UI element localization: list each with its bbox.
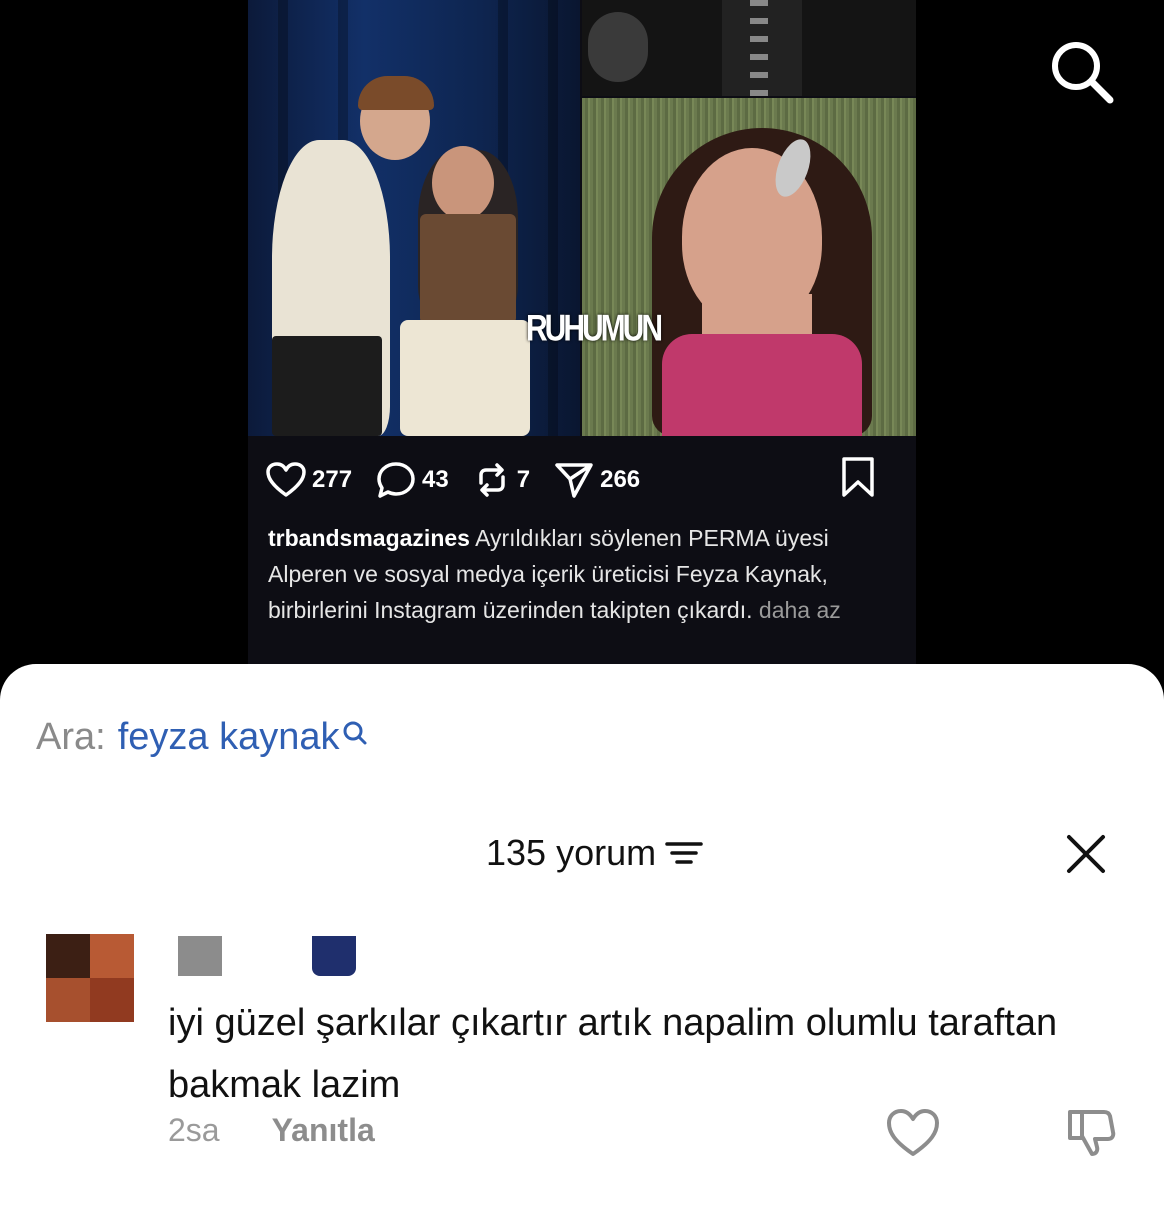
bookmark-icon bbox=[842, 457, 874, 497]
heart-icon[interactable] bbox=[886, 1108, 940, 1158]
repost-icon bbox=[479, 463, 505, 497]
search-prefix: Ara: bbox=[36, 716, 106, 758]
post-metrics: 277 43 7 266 bbox=[266, 456, 896, 504]
comment-count-sort[interactable]: 135 yorum bbox=[486, 832, 704, 874]
comment-icon bbox=[377, 462, 415, 498]
avatar[interactable] bbox=[46, 934, 134, 1022]
detail-photo bbox=[582, 0, 916, 96]
watermark-text: RUHUMUN bbox=[526, 307, 663, 349]
comments-header: 135 yorum bbox=[0, 830, 1164, 876]
post-caption: trbandsmagazines Ayrıldıkları söylenen P… bbox=[268, 520, 888, 628]
comment-count: 135 yorum bbox=[486, 832, 657, 873]
heart-icon bbox=[266, 462, 306, 497]
reposts-count: 7 bbox=[516, 466, 531, 493]
shares-metric: 266 bbox=[554, 461, 640, 499]
comment-meta: 2sa Yanıtla bbox=[168, 1112, 375, 1149]
video-area[interactable]: RUHUMUN 277 43 7 266 trbandsmagazines Ay… bbox=[0, 0, 1164, 700]
send-icon bbox=[555, 463, 593, 498]
search-icon[interactable] bbox=[1046, 36, 1116, 106]
censored-username[interactable] bbox=[178, 936, 222, 976]
comments-metric: 43 bbox=[376, 461, 449, 499]
close-icon[interactable] bbox=[1064, 832, 1108, 876]
comments-sheet: Ara: feyza kaynak 135 yorum iyi güzel şa… bbox=[0, 664, 1164, 1224]
reposts-metric: 7 bbox=[473, 461, 530, 499]
selfie-photo bbox=[582, 98, 916, 436]
search-icon bbox=[343, 721, 366, 745]
censored-username-part[interactable] bbox=[312, 936, 356, 976]
comments-count: 43 bbox=[422, 466, 449, 493]
thumbs-down-icon[interactable] bbox=[1064, 1106, 1118, 1160]
caption-username: trbandsmagazines bbox=[268, 525, 470, 551]
shares-count: 266 bbox=[600, 466, 641, 493]
sort-icon bbox=[665, 842, 703, 864]
post-screenshot: RUHUMUN 277 43 7 266 trbandsmagazines Ay… bbox=[248, 0, 916, 665]
search-query-link[interactable]: feyza kaynak bbox=[118, 716, 340, 759]
reply-button[interactable]: Yanıtla bbox=[272, 1112, 375, 1149]
search-suggestion[interactable]: Ara: feyza kaynak bbox=[36, 716, 368, 759]
likes-count: 277 bbox=[312, 466, 353, 493]
caption-less-link: daha az bbox=[752, 597, 841, 623]
couple-photo bbox=[248, 0, 580, 436]
likes-metric: 277 bbox=[266, 462, 352, 498]
comment-text: iyi güzel şarkılar çıkartır artık napali… bbox=[168, 1002, 1058, 1106]
comment-time: 2sa bbox=[168, 1112, 220, 1148]
